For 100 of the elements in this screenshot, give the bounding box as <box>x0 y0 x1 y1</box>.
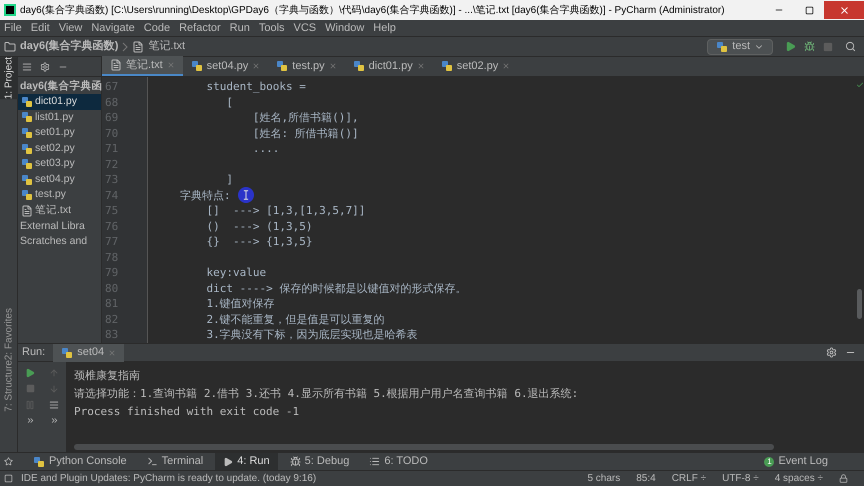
run-button[interactable] <box>785 41 796 52</box>
status-item[interactable]: UTF-8 ÷ <box>722 471 759 486</box>
text-file-icon <box>110 59 122 71</box>
python-file-icon <box>21 142 33 155</box>
console-output-line: 请选择功能：1.查询书籍 2.借书 3.还书 4.显示所有书籍 5.根据用户用户名查询书籍 6.退出系统: <box>74 386 578 401</box>
settings-icon[interactable] <box>826 347 837 358</box>
project-file[interactable]: dict01.py <box>18 94 101 110</box>
status-message: IDE and Plugin Updates: PyCharm is ready to update. (today 9:16) <box>21 472 316 486</box>
project-file[interactable]: set03.py <box>18 156 101 172</box>
side-tab[interactable]: 1: Project <box>0 57 18 100</box>
console-output-line: Process finished with exit code -1 <box>74 404 300 419</box>
python-file-icon <box>21 96 33 108</box>
menu-item[interactable]: Run <box>230 20 250 36</box>
project-node[interactable]: External Libra <box>18 218 85 234</box>
menu-item[interactable]: Code <box>144 20 170 36</box>
breadcrumb-item[interactable]: day6(集合字典函数) <box>20 38 118 55</box>
maximize-icon <box>804 6 814 14</box>
menu-item[interactable]: Help <box>373 20 396 36</box>
run-panel-label: Run: <box>22 345 46 360</box>
notification-count: 1 <box>764 456 774 466</box>
python-file-icon <box>21 174 33 186</box>
python-file-icon <box>716 40 728 52</box>
python-file-icon <box>21 189 33 202</box>
lock-icon[interactable] <box>839 474 848 483</box>
close-tab-icon[interactable] <box>502 62 510 70</box>
side-tab[interactable]: 2: Favorites <box>0 308 18 360</box>
more-icon[interactable] <box>26 416 34 425</box>
menu-item[interactable]: Edit <box>30 20 50 36</box>
stop-icon <box>823 42 833 52</box>
star-icon[interactable] <box>4 457 13 466</box>
layout-icon[interactable] <box>4 474 13 483</box>
status-item[interactable]: CRLF ÷ <box>672 471 706 486</box>
run-icon <box>785 41 796 52</box>
mouse-highlight-icon <box>238 187 254 203</box>
project-file[interactable]: 笔记.txt <box>18 203 101 219</box>
close-tab-icon[interactable] <box>416 62 425 70</box>
close-tab-icon[interactable] <box>252 62 260 70</box>
terminal-icon <box>146 456 158 467</box>
project-root[interactable]: day6(集合字典函 <box>18 78 101 94</box>
status-item[interactable]: 4 spaces ÷ <box>774 471 823 486</box>
project-file[interactable]: set04.py <box>18 172 101 188</box>
editor-tab[interactable]: set02.py <box>432 56 518 76</box>
settings-icon[interactable] <box>40 62 50 72</box>
project-file[interactable]: test.py <box>18 188 101 204</box>
menu-item[interactable]: Navigate <box>91 20 135 36</box>
collapse-icon[interactable] <box>22 62 32 72</box>
tool-window-button[interactable]: 6: TODO <box>361 453 436 470</box>
editor-tab[interactable]: dict01.py <box>344 56 433 76</box>
chevron-icon <box>122 42 128 52</box>
editor-tab[interactable]: test.py <box>268 56 345 76</box>
tool-window-button[interactable]: Terminal <box>138 453 212 470</box>
code-line: 3.字典没有下标，因为底层实现也是哈希表 <box>205 328 418 341</box>
python-file-icon <box>190 60 203 72</box>
close-button[interactable] <box>824 1 864 19</box>
rerun-icon[interactable] <box>25 368 35 378</box>
status-item[interactable]: 5 chars <box>587 471 620 486</box>
side-tab[interactable]: 7: Structure <box>0 360 18 412</box>
close-tab-icon[interactable] <box>166 61 175 69</box>
menu-item[interactable]: Refactor <box>179 20 221 36</box>
tool-window-button[interactable]: Python Console <box>25 453 135 470</box>
menu-item[interactable]: Window <box>325 20 364 36</box>
horizontal-scrollbar[interactable] <box>74 444 774 450</box>
tool-window-button[interactable]: 4: Run <box>215 453 278 470</box>
code-line: () ---> (1,3,5) <box>205 220 312 232</box>
code-line: key:value <box>205 266 266 279</box>
run-config-dropdown[interactable]: test <box>707 38 773 54</box>
menu-item[interactable]: Tools <box>258 20 285 36</box>
code-line: student_books = <box>205 80 306 93</box>
project-file[interactable]: set02.py <box>18 140 101 156</box>
code-line: dict ----> 保存的时候都是以键值对的形式保存。 <box>205 282 466 294</box>
menu-item[interactable]: View <box>58 20 82 36</box>
run-tab[interactable]: set04 <box>53 344 124 362</box>
menu-item[interactable]: File <box>4 20 22 36</box>
breadcrumb-item[interactable]: 笔记.txt <box>148 38 186 55</box>
project-file[interactable]: set01.py <box>18 125 101 141</box>
editor-tab[interactable]: 笔记.txt <box>102 56 183 76</box>
event-log-button[interactable]: 1 Event Log <box>764 453 828 470</box>
search-button[interactable] <box>845 41 856 52</box>
python-file-icon <box>21 158 33 170</box>
python-file-icon <box>33 456 45 468</box>
more-icon[interactable] <box>50 416 58 425</box>
window-title: day6(集合字典函数) [C:\Users\running\Desktop\GPDay6（字典与函数）\代码\day6(集合字典函数)] - ...\笔记.txt [day6(集合字典函数)] - PyCharm (Administrator) <box>20 4 726 18</box>
project-file[interactable]: list01.py <box>18 110 101 126</box>
close-tab-icon[interactable] <box>328 62 337 70</box>
status-item[interactable]: 85:4 <box>636 471 656 486</box>
debug-button[interactable] <box>804 41 815 52</box>
soft-wrap-icon[interactable] <box>49 400 59 410</box>
code-line: [姓名: 所借书籍()] <box>252 126 359 140</box>
event-log-label: Event Log <box>778 454 828 470</box>
tool-window-button[interactable]: 5: Debug <box>282 453 358 470</box>
project-node[interactable]: Scratches and <box>18 234 88 250</box>
app-logo-icon <box>4 4 16 16</box>
code-line: {} ---> {1,3,5} <box>205 235 312 248</box>
close-tab-icon[interactable] <box>108 348 116 356</box>
scrollbar-thumb[interactable] <box>857 289 862 319</box>
menu-item[interactable]: VCS <box>294 20 316 36</box>
code-line: [ <box>225 96 233 108</box>
python-file-icon <box>440 60 453 72</box>
code-line: [] ---> [1,3,[1,3,5,7]] <box>205 204 366 217</box>
editor-tab[interactable]: set04.py <box>182 56 268 76</box>
